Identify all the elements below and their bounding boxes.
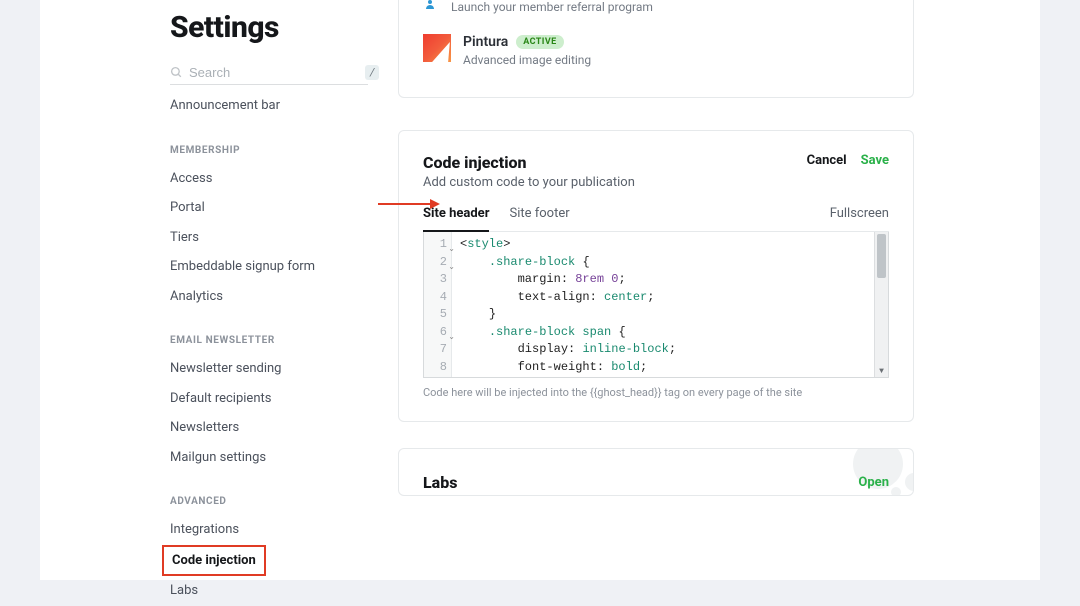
fold-icon[interactable]: ⌄ — [448, 241, 455, 259]
sidebar-item-integrations[interactable]: Integrations — [170, 515, 368, 545]
save-button[interactable]: Save — [861, 153, 889, 168]
active-badge: ACTIVE — [516, 35, 563, 49]
main-content: Launch your member referral program Pint… — [398, 0, 1040, 580]
sidebar-item-newsletter-sending[interactable]: Newsletter sending — [170, 354, 368, 384]
editor-hint: Code here will be injected into the {{gh… — [423, 386, 889, 399]
pintura-icon — [423, 34, 451, 62]
card-desc: Add custom code to your publication — [423, 175, 889, 190]
scrollbar[interactable]: ▼ — [874, 232, 888, 377]
fullscreen-button[interactable]: Fullscreen — [830, 206, 889, 231]
referral-text: Launch your member referral program — [451, 0, 653, 14]
line-gutter: 1⌄ 2⌄ 3 4 5 6⌄ 7 8 — [424, 232, 452, 377]
fold-icon[interactable]: ⌄ — [448, 329, 455, 347]
search-icon — [170, 66, 183, 79]
labs-card[interactable]: Labs Open — [398, 448, 914, 496]
cancel-button[interactable]: Cancel — [807, 153, 847, 168]
integrations-card: Launch your member referral program Pint… — [398, 0, 914, 98]
search-shortcut-badge: / — [365, 65, 379, 80]
card-title: Code injection — [423, 153, 527, 172]
tab-site-footer[interactable]: Site footer — [509, 206, 569, 231]
sidebar-item-portal[interactable]: Portal — [170, 193, 368, 223]
open-button[interactable]: Open — [858, 475, 889, 490]
sidebar-item-default-recipients[interactable]: Default recipients — [170, 384, 368, 414]
integration-desc: Advanced image editing — [463, 53, 591, 67]
sidebar-item-access[interactable]: Access — [170, 164, 368, 194]
scrollbar-down-icon[interactable]: ▼ — [875, 367, 888, 376]
sidebar-item-tiers[interactable]: Tiers — [170, 223, 368, 253]
search-field[interactable]: / — [170, 61, 368, 85]
sidebar-item-code-injection[interactable]: Code injection — [162, 545, 266, 577]
search-input[interactable] — [189, 65, 365, 80]
sidebar-item-labs[interactable]: Labs — [170, 576, 368, 606]
integration-pintura[interactable]: Pintura ACTIVE Advanced image editing — [399, 24, 913, 87]
referral-row[interactable]: Launch your member referral program — [399, 0, 913, 24]
section-header-email: EMAIL NEWSLETTER — [170, 335, 368, 346]
section-header-membership: MEMBERSHIP — [170, 145, 368, 156]
integration-name: Pintura — [463, 34, 508, 50]
sidebar-item-mailgun[interactable]: Mailgun settings — [170, 443, 368, 473]
section-header-advanced: ADVANCED — [170, 496, 368, 507]
person-icon — [423, 0, 437, 12]
code-editor[interactable]: 1⌄ 2⌄ 3 4 5 6⌄ 7 8 <style> .share-block … — [423, 232, 889, 378]
code-tabs: Site header Site footer — [423, 206, 570, 231]
arrow-annotation — [378, 196, 440, 215]
sidebar-item-embeddable-signup[interactable]: Embeddable signup form — [170, 252, 368, 282]
sidebar-item-announcement-bar[interactable]: Announcement bar — [170, 91, 368, 121]
page-title: Settings — [170, 10, 368, 45]
code-injection-card: Code injection Cancel Save Add custom co… — [398, 130, 914, 422]
sidebar: Settings / Announcement bar MEMBERSHIP A… — [40, 0, 398, 580]
sidebar-item-newsletters[interactable]: Newsletters — [170, 413, 368, 443]
app-window: Settings / Announcement bar MEMBERSHIP A… — [40, 0, 1040, 580]
fold-icon[interactable]: ⌄ — [448, 259, 455, 277]
scrollbar-thumb[interactable] — [877, 234, 886, 278]
code-content[interactable]: <style> .share-block { margin: 8rem 0; t… — [452, 232, 874, 377]
labs-title: Labs — [423, 473, 457, 492]
sidebar-item-analytics[interactable]: Analytics — [170, 282, 368, 312]
